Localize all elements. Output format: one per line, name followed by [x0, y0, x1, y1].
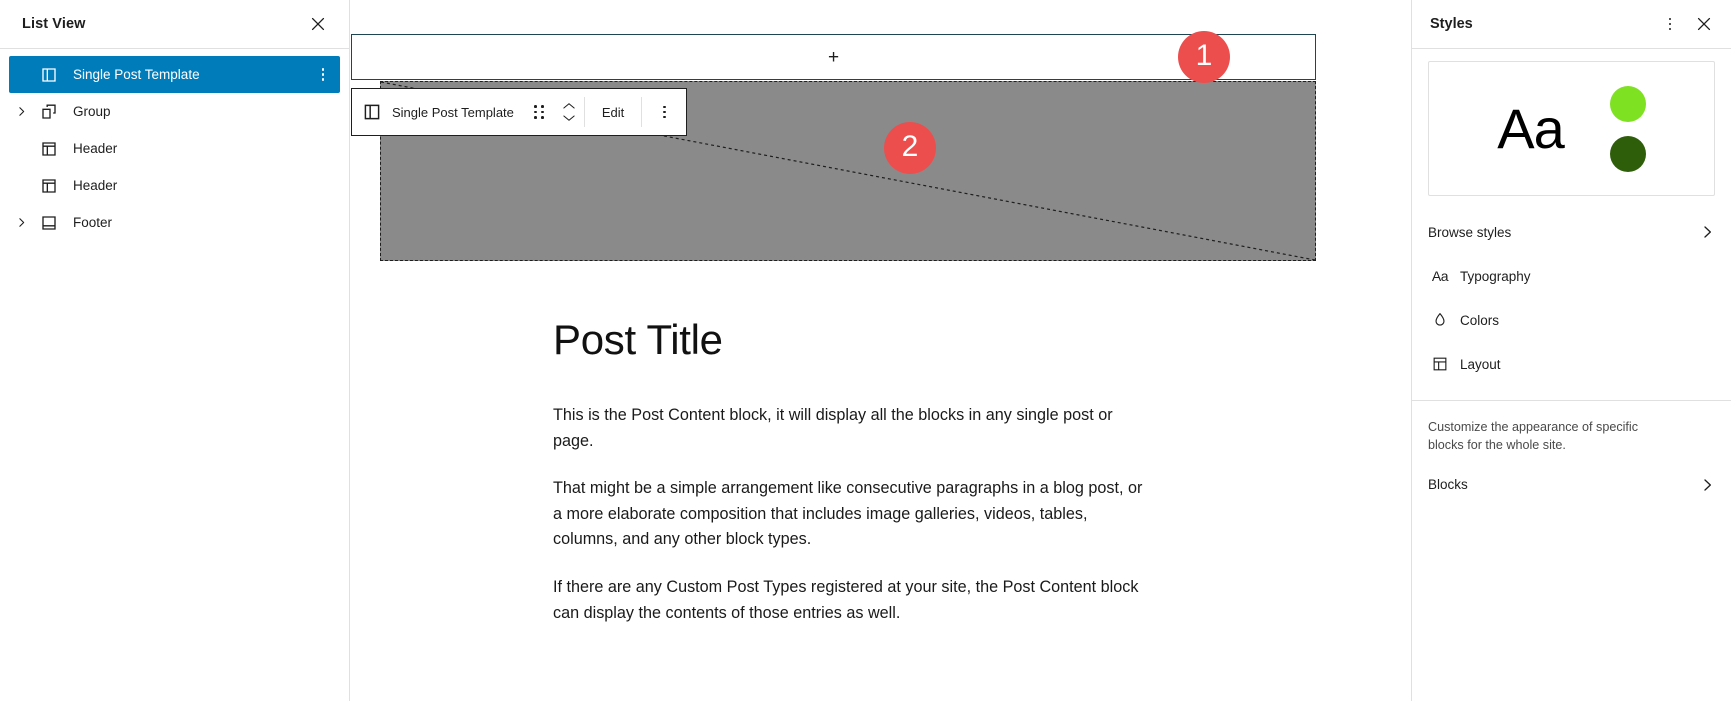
browse-styles-row[interactable]: Browse styles [1412, 210, 1731, 254]
styles-panel-description: Customize the appearance of specific blo… [1428, 420, 1639, 452]
color-swatch-secondary [1609, 135, 1646, 172]
color-swatch-primary [1609, 85, 1646, 122]
template-part-icon [37, 139, 61, 159]
footer-icon [37, 213, 61, 233]
styles-row-label: Layout [1460, 356, 1501, 372]
list-view-item-header-2[interactable]: Header [9, 167, 340, 204]
style-preview-swatches [1609, 85, 1646, 172]
template-part-icon [37, 65, 61, 85]
template-part-icon[interactable] [352, 101, 392, 123]
more-vertical-icon[interactable] [1653, 7, 1687, 41]
list-view-item-label: Group [73, 104, 111, 119]
styles-row-colors[interactable]: Colors [1412, 298, 1731, 342]
post-paragraph-1[interactable]: This is the Post Content block, it will … [553, 403, 1153, 454]
list-view-item-header-1[interactable]: Header [9, 130, 340, 167]
chevron-down-icon [563, 115, 575, 121]
list-view-tree: Single Post Template Group Header Header… [0, 49, 349, 241]
annotation-badge-2: 2 [884, 122, 936, 174]
layout-icon [1428, 355, 1452, 373]
close-icon[interactable] [1687, 7, 1721, 41]
list-view-title: List View [22, 16, 86, 32]
list-view-item-single-post-template[interactable]: Single Post Template [9, 56, 340, 93]
block-appender[interactable]: + [351, 34, 1316, 80]
list-view-panel: List View Single Post Template Group Hea… [0, 0, 350, 701]
editor-canvas: + Single Post Template Edit Post Title T… [350, 0, 1411, 701]
styles-row-blocks[interactable]: Blocks [1412, 463, 1731, 507]
list-view-header: List View [0, 0, 349, 49]
styles-panel-body: Aa Browse styles Aa Typography Colors La… [1412, 49, 1731, 701]
styles-panel: Styles Aa Browse styles Aa Typography Co… [1411, 0, 1731, 701]
canvas-inner: + Single Post Template Edit Post Title T… [350, 0, 1411, 701]
typography-icon: Aa [1431, 268, 1449, 284]
post-paragraph-2[interactable]: That might be a simple arrangement like … [553, 476, 1153, 553]
styles-row-label: Colors [1460, 312, 1500, 328]
chevron-right-icon [1699, 477, 1715, 493]
plus-icon[interactable]: + [828, 48, 839, 67]
post-paragraph-3[interactable]: If there are any Custom Post Types regis… [553, 575, 1153, 626]
list-view-item-group[interactable]: Group [9, 93, 340, 130]
more-vertical-icon[interactable] [312, 68, 334, 81]
drag-handle-icon[interactable] [524, 104, 554, 120]
chevron-right-icon[interactable] [9, 105, 33, 118]
style-preview-sample-text: Aa [1497, 96, 1564, 160]
edit-button[interactable]: Edit [585, 89, 641, 135]
template-part-icon [37, 176, 61, 196]
post-content-block[interactable]: Post Title This is the Post Content bloc… [553, 316, 1153, 648]
styles-row-label: Typography [1460, 268, 1531, 284]
group-icon [37, 102, 61, 122]
list-view-item-label: Header [73, 141, 118, 156]
annotation-badge-1: 1 [1178, 31, 1230, 83]
styles-panel-header: Styles [1412, 0, 1731, 49]
block-toolbar-left-group: Single Post Template [352, 89, 584, 135]
style-preview-card[interactable]: Aa [1428, 61, 1715, 196]
post-title[interactable]: Post Title [553, 316, 1153, 363]
styles-panel-title: Styles [1430, 16, 1473, 32]
styles-row-typography[interactable]: Aa Typography [1412, 254, 1731, 298]
block-movers[interactable] [554, 102, 584, 122]
list-view-item-label: Footer [73, 215, 113, 230]
chevron-right-icon[interactable] [9, 216, 33, 229]
list-view-item-footer[interactable]: Footer [9, 204, 340, 241]
styles-row-layout[interactable]: Layout [1412, 342, 1731, 386]
browse-styles-label: Browse styles [1428, 224, 1512, 240]
list-view-item-label: Single Post Template [73, 67, 200, 82]
chevron-up-icon [563, 103, 575, 109]
styles-row-label: Blocks [1428, 477, 1468, 493]
chevron-right-icon [1699, 224, 1715, 240]
block-toolbar: Single Post Template Edit [351, 88, 688, 136]
color-drop-icon [1428, 311, 1452, 329]
list-view-item-label: Header [73, 178, 118, 193]
wordpress-site-editor: List View Single Post Template Group Hea… [0, 0, 1731, 701]
more-vertical-icon[interactable] [642, 89, 686, 135]
block-toolbar-block-name[interactable]: Single Post Template [392, 105, 524, 120]
close-icon[interactable] [301, 7, 335, 41]
